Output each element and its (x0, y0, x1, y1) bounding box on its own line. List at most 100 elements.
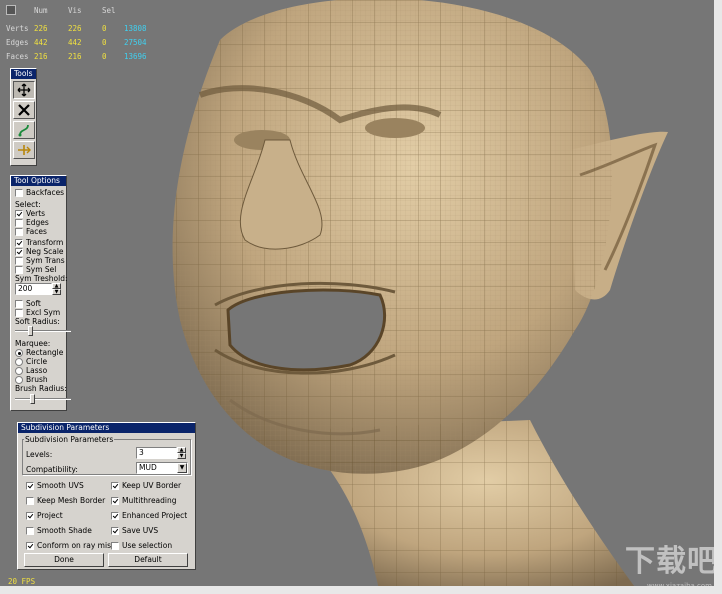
backfaces-checkbox[interactable]: Backfaces (15, 188, 64, 197)
neg-scale-checkbox[interactable]: Neg Scale (15, 247, 64, 256)
sym-treshold-label: Sym Treshold: (15, 274, 68, 283)
tool-options-panel: Tool Options Backfaces Select: Verts Edg… (10, 175, 71, 411)
levels-value[interactable]: 3 (136, 447, 177, 459)
enhanced-project-label: Enhanced Project (122, 511, 188, 520)
excl-sym-label: Excl Sym (26, 308, 61, 317)
multithreading-checkbox[interactable]: Multithreading (111, 496, 177, 505)
transform-checkbox[interactable]: Transform (15, 238, 63, 247)
sym-sel-checkbox[interactable]: Sym Sel (15, 265, 56, 274)
chevron-down-icon[interactable]: ▼ (177, 463, 187, 473)
marquee-brush-radio[interactable]: Brush (15, 375, 48, 384)
marquee-circle-label: Circle (26, 357, 48, 366)
save-uvs-label: Save UVS (122, 526, 159, 535)
stats-label-edges: Edges (6, 38, 29, 47)
tools-panel: Tools (10, 68, 37, 166)
brush-radius-label: Brush Radius: (15, 384, 67, 393)
brush-radius-thumb[interactable] (30, 394, 35, 404)
compatibility-select[interactable]: MUD ▼ (136, 462, 188, 474)
use-selection-label: Use selection (122, 541, 173, 550)
soft-radius-label: Soft Radius: (15, 317, 60, 326)
move-arrows-icon (17, 83, 30, 97)
keep-uv-border-label: Keep UV Border (122, 481, 182, 490)
stats-verts-vis: 226 (68, 24, 82, 33)
sym-treshold-value[interactable]: 200 (15, 283, 52, 295)
delete-tool-button[interactable] (12, 101, 35, 119)
select-faces-checkbox[interactable]: Faces (15, 227, 47, 236)
project-checkbox[interactable]: Project (26, 511, 63, 520)
done-button[interactable]: Done (24, 553, 104, 567)
smooth-uvs-checkbox[interactable]: Smooth UVS (26, 481, 84, 490)
marquee-lasso-label: Lasso (26, 366, 48, 375)
sym-treshold-spinner[interactable]: 200 ▲ ▼ (15, 283, 61, 295)
select-verts-checkbox[interactable]: Verts (15, 209, 45, 218)
default-button[interactable]: Default (108, 553, 188, 567)
select-label: Select: (15, 200, 41, 209)
marquee-rectangle-label: Rectangle (26, 348, 64, 357)
select-edges-checkbox[interactable]: Edges (15, 218, 49, 227)
transform-label: Transform (26, 238, 64, 247)
use-selection-checkbox[interactable]: Use selection (111, 541, 172, 550)
marquee-label: Marquee: (15, 339, 51, 348)
stats-edges-vis: 442 (68, 38, 82, 47)
soft-radius-slider[interactable] (15, 326, 71, 336)
slide-edge-icon (17, 145, 31, 155)
keep-mesh-border-checkbox[interactable]: Keep Mesh Border (26, 496, 105, 505)
select-verts-label: Verts (26, 209, 46, 218)
compatibility-value: MUD (139, 463, 157, 472)
backfaces-label: Backfaces (26, 188, 65, 197)
excl-sym-checkbox[interactable]: Excl Sym (15, 308, 60, 317)
relax-curve-icon (18, 124, 29, 137)
stats-faces-sel: 0 (102, 52, 107, 61)
sym-sel-label: Sym Sel (26, 265, 57, 274)
stats-edges-sel: 0 (102, 38, 107, 47)
tools-title: Tools (11, 69, 36, 79)
stats-label-verts: Verts (6, 24, 29, 33)
stats-edges-num: 442 (34, 38, 48, 47)
stats-faces-vis: 216 (68, 52, 82, 61)
multithreading-label: Multithreading (122, 496, 177, 505)
relax-tool-button[interactable] (12, 121, 35, 139)
smooth-shade-checkbox[interactable]: Smooth Shade (26, 526, 92, 535)
smooth-uvs-label: Smooth UVS (37, 481, 84, 490)
subdivision-group-title: Subdivision Parameters (24, 435, 115, 444)
stats-verts-sel: 0 (102, 24, 107, 33)
stats-edges-total: 27504 (124, 38, 147, 47)
stats-faces-total: 13696 (124, 52, 147, 61)
conform-on-ray-miss-checkbox[interactable]: Conform on ray miss (26, 541, 115, 550)
slide-tool-button[interactable] (12, 141, 35, 159)
neg-scale-label: Neg Scale (26, 247, 64, 256)
stats-label-faces: Faces (6, 52, 29, 61)
stats-header-num: Num (34, 6, 48, 15)
conform-on-ray-miss-label: Conform on ray miss (37, 541, 115, 550)
marquee-lasso-radio[interactable]: Lasso (15, 366, 47, 375)
delete-x-icon (17, 104, 30, 116)
sym-trans-label: Sym Trans (26, 256, 65, 265)
brush-radius-slider[interactable] (15, 394, 71, 404)
soft-checkbox[interactable]: Soft (15, 299, 41, 308)
smooth-shade-label: Smooth Shade (37, 526, 92, 535)
compatibility-label: Compatibility: (26, 465, 78, 474)
keep-uv-border-checkbox[interactable]: Keep UV Border (111, 481, 181, 490)
marquee-rectangle-radio[interactable]: Rectangle (15, 348, 63, 357)
3d-viewport[interactable]: Num Vis Sel Verts 226 226 0 13808 Edges … (0, 0, 722, 594)
subdivision-dialog: Subdivision Parameters Subdivision Param… (17, 422, 196, 570)
levels-down-icon[interactable]: ▼ (177, 453, 186, 459)
enhanced-project-checkbox[interactable]: Enhanced Project (111, 511, 187, 520)
levels-spinner[interactable]: 3 ▲ ▼ (136, 447, 186, 459)
soft-label: Soft (26, 299, 41, 308)
save-uvs-checkbox[interactable]: Save UVS (111, 526, 158, 535)
stats-verts-num: 226 (34, 24, 48, 33)
stats-header-sel: Sel (102, 6, 116, 15)
fps-counter: 20 FPS (8, 577, 36, 586)
tool-options-title: Tool Options (11, 176, 66, 186)
sym-trans-checkbox[interactable]: Sym Trans (15, 256, 65, 265)
spin-down-icon[interactable]: ▼ (52, 289, 61, 295)
marquee-circle-radio[interactable]: Circle (15, 357, 47, 366)
soft-radius-thumb[interactable] (28, 326, 33, 336)
keep-mesh-border-label: Keep Mesh Border (37, 496, 106, 505)
window-frame-right (714, 0, 722, 594)
stats-verts-total: 13808 (124, 24, 147, 33)
stats-icon (6, 5, 16, 15)
levels-label: Levels: (26, 450, 53, 459)
move-tool-button[interactable] (12, 81, 35, 99)
